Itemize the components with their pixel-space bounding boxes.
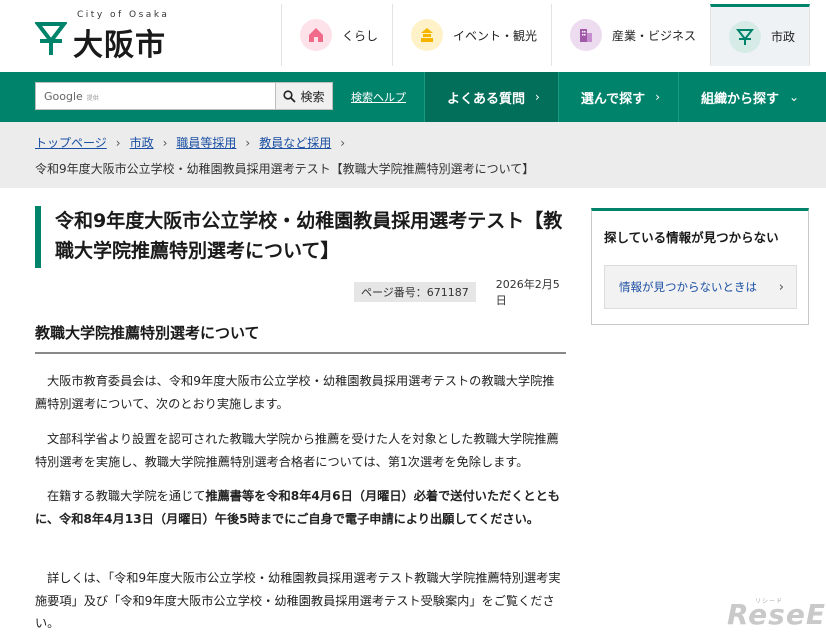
topnav-event[interactable]: イベント・観光 [392,4,551,66]
gnav-label: 組織から探す [701,91,780,107]
breadcrumb-links: トップページ › 市政 › 職員等採用 › 教員など採用 › [35,134,354,151]
gnav-faq[interactable]: よくある質問 › [424,72,558,122]
breadcrumb-item-recruit[interactable]: 職員等採用 [176,136,236,150]
search-icon [283,89,297,103]
google-brand: Google 提供 [44,90,99,103]
breadcrumb-separator: › [340,136,346,150]
topnav-label: くらし [342,28,379,43]
paragraph-details: 詳しくは、「令和9年度大阪市公立学校・幼稚園教員採用選考テスト教職大学院推薦特別… [35,571,561,631]
site-header: City of Osaka 大阪市 くらし イベント・観光 産業・ビジネス 市政 [0,0,826,72]
global-nav: よくある質問 › 選んで探す › 組織から探す ⌄ [424,72,817,122]
page-meta: ページ番号：671187 2026年2月5日 [354,278,566,307]
chevron-right-icon: › [778,279,784,295]
logo-japanese: 大阪市 [73,28,166,63]
paragraph-deadline: 在籍する教職大学院を通じて推薦書等を令和8年4月6日（月曜日）必着で送付いただく… [35,485,566,530]
city-emblem-icon [729,20,762,53]
search-help-link[interactable]: 検索ヘルプ [351,89,406,105]
breadcrumb-item-teachers[interactable]: 教員など採用 [259,136,331,150]
castle-icon [411,19,444,51]
top-category-nav: くらし イベント・観光 産業・ビジネス 市政 [281,4,811,66]
deadline-lead: 在籍する教職大学院を通じて [47,489,206,503]
chevron-right-icon: › [535,90,540,104]
sidebar-help-box: 探している情報が見つからない 情報が見つからないときは › [591,208,809,325]
chevron-down-icon: ⌄ [789,90,800,104]
breadcrumb-item-top[interactable]: トップページ [35,136,107,150]
paragraph-description: 文部科学省より設置を認可された教職大学院から推薦を受けた人を対象とした教職大学院… [35,432,559,469]
topnav-shisei[interactable]: 市政 [710,4,811,66]
breadcrumb-current: 令和9年度大阪市公立学校・幼稚園教員採用選考テスト【教職大学院推薦特別選考につい… [35,162,535,176]
breadcrumb: トップページ › 市政 › 職員等採用 › 教員など採用 › 令和9年度大阪市公立学校・幼稚園… [0,122,826,188]
global-nav-bar: Google 提供 検索 検索ヘルプ よくある質問 › 選んで探す › 組織から探… [0,72,826,122]
breadcrumb-separator: › [245,136,251,150]
breadcrumb-separator: › [162,136,168,150]
topnav-kurashi[interactable]: くらし [281,4,392,66]
gnav-label: よくある質問 [447,91,526,107]
topnav-label: イベント・観光 [453,28,538,43]
resed-watermark-logo: リシード ReseEd [725,592,826,634]
page-title: 令和9年度大阪市公立学校・幼稚園教員採用選考テスト【教職大学院推薦特別選考につい… [55,210,563,262]
osaka-city-logo[interactable]: City of Osaka 大阪市 [35,8,185,64]
sidebar-heading: 探している情報が見つからない [604,230,779,245]
topnav-label: 市政 [771,30,796,44]
paragraph-intro: 大阪市教育委員会は、令和9年度大阪市公立学校・幼稚園教員採用選考テストの教職大学… [35,374,555,411]
topnav-business[interactable]: 産業・ビジネス [551,4,710,66]
city-emblem-icon [35,22,67,55]
sidebar-help-link[interactable]: 情報が見つからないときは › [604,265,797,309]
building-icon [570,19,603,51]
gnav-organization[interactable]: 組織から探す ⌄ [678,72,817,122]
sidebar-link-label: 情報が見つからないときは [619,280,757,294]
breadcrumb-separator: › [115,136,121,150]
search-button-label: 検索 [300,89,325,104]
topnav-label: 産業・ビジネス [612,28,697,43]
search-input[interactable]: Google 提供 [35,82,275,110]
gnav-browse[interactable]: 選んで探す › [557,72,678,122]
page-title-block: 令和9年度大阪市公立学校・幼稚園教員採用選考テスト【教職大学院推薦特別選考につい… [35,206,565,268]
house-icon [300,19,332,51]
page-number: ページ番号：671187 [354,282,476,302]
gnav-label: 選んで探す [580,91,646,107]
logo-english: City of Osaka [77,10,170,20]
section-heading: 教職大学院推薦特別選考について [35,322,566,354]
page-date: 2026年2月5日 [495,278,560,307]
search-button[interactable]: 検索 [275,82,333,110]
watermark-text: ReseEd [727,598,826,631]
breadcrumb-item-shisei[interactable]: 市政 [130,136,154,150]
chevron-right-icon: › [655,90,660,104]
